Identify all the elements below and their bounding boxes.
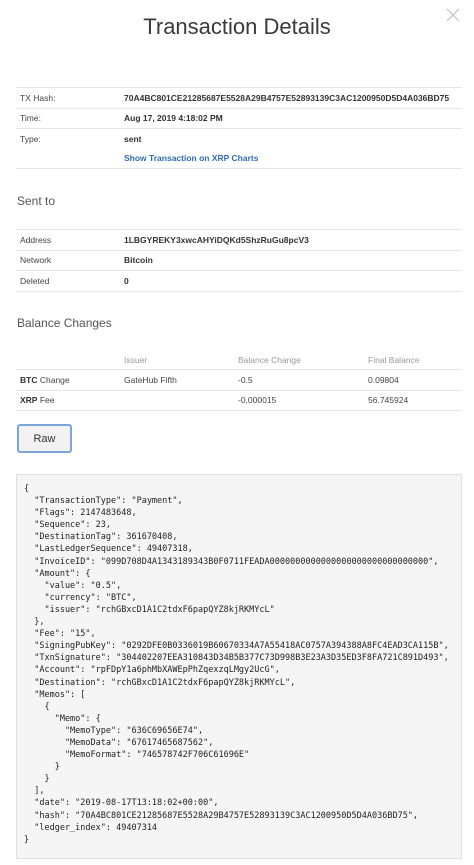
tx-hash-value: 70A4BC801CE21285687E5528A29B4757E5289313… (120, 87, 462, 108)
chart-link-row: Show Transaction on XRP Charts (16, 148, 462, 169)
issuer-cell (120, 390, 234, 411)
currency-code: XRP (20, 395, 38, 406)
col-header-issuer: Issuer (120, 350, 234, 370)
tx-hash-row: TX Hash: 70A4BC801CE21285687E5528A29B475… (16, 87, 462, 108)
sent-to-heading: Sent to (17, 194, 56, 208)
sent-to-table: Address 1LBGYREKY3xwcAHYiDQKd5ShzRuGu8pc… (16, 229, 462, 292)
deleted-row: Deleted 0 (16, 270, 462, 292)
close-icon[interactable] (444, 6, 462, 24)
raw-json-text: { "TransactionType": "Payment", "Flags":… (24, 484, 449, 845)
network-row: Network Bitcoin (16, 249, 462, 271)
change-kind: Fee (39, 395, 55, 406)
col-header-balance-change: Balance Change (234, 350, 364, 370)
time-label: Time: (16, 107, 120, 129)
balance-row-btc: BTC Change GateHub Fifth -0.5 0.09804 (16, 369, 462, 391)
change-kind: Change (39, 374, 70, 385)
currency-cell: BTC Change (16, 369, 120, 391)
address-value: 1LBGYREKY3xwcAHYiDQKd5ShzRuGu8pcV3 (120, 229, 462, 250)
address-row: Address 1LBGYREKY3xwcAHYiDQKd5ShzRuGu8pc… (16, 229, 462, 250)
type-row: Type: sent (16, 128, 462, 149)
final-balance-cell: 0.09804 (364, 369, 462, 391)
deleted-value: 0 (120, 270, 462, 292)
type-label: Type: (16, 128, 120, 149)
col-header-final-balance: Final Balance (364, 350, 462, 370)
tx-hash-label: TX Hash: (16, 87, 120, 108)
currency-cell: XRP Fee (16, 390, 120, 411)
deleted-label: Deleted (16, 270, 120, 292)
raw-button[interactable]: Raw (17, 424, 72, 453)
show-on-xrp-charts-link[interactable]: Show Transaction on XRP Charts (124, 153, 258, 163)
type-value: sent (120, 128, 462, 149)
modal-title: Transaction Details (143, 14, 331, 39)
time-value: Aug 17, 2019 4:18:02 PM (120, 107, 462, 129)
balance-header-row: Issuer Balance Change Final Balance (16, 350, 462, 370)
network-label: Network (16, 249, 120, 271)
balance-change-cell: -0.000015 (234, 390, 364, 411)
balance-row-xrp: XRP Fee -0.000015 56.745924 (16, 390, 462, 411)
time-row: Time: Aug 17, 2019 4:18:02 PM (16, 107, 462, 129)
col-header-currency (16, 350, 120, 370)
network-value: Bitcoin (120, 249, 462, 271)
transaction-details-table: TX Hash: 70A4BC801CE21285687E5528A29B475… (16, 87, 462, 169)
balance-change-cell: -0.5 (234, 369, 364, 391)
final-balance-cell: 56.745924 (364, 390, 462, 411)
raw-json-panel[interactable]: { "TransactionType": "Payment", "Flags":… (16, 474, 462, 859)
balance-changes-heading: Balance Changes (17, 316, 112, 330)
issuer-cell: GateHub Fifth (120, 369, 234, 391)
balance-changes-table: Issuer Balance Change Final Balance BTC … (16, 350, 462, 411)
currency-code: BTC (20, 374, 38, 385)
address-label: Address (16, 229, 120, 250)
